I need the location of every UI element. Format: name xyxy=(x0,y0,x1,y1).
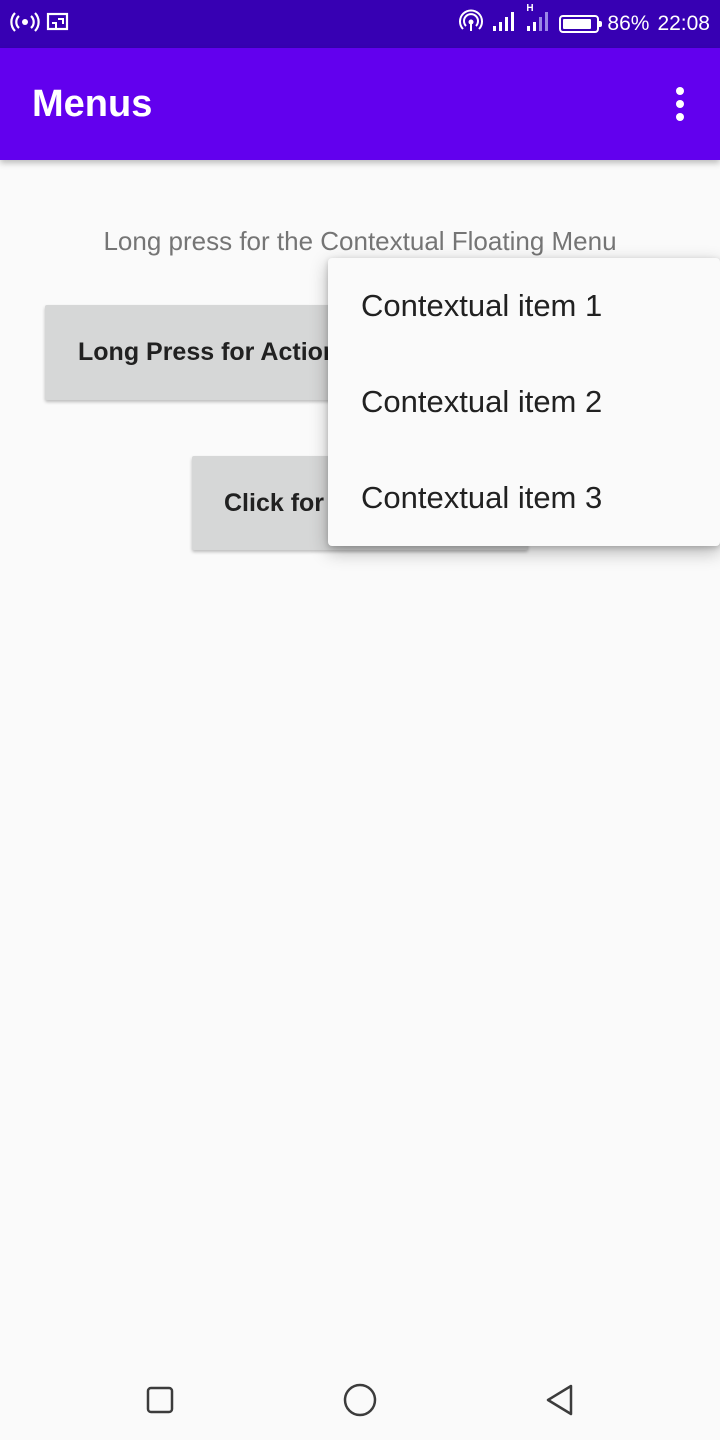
navigation-bar xyxy=(0,1360,720,1440)
hotspot-icon xyxy=(459,9,484,39)
app-bar: Menus xyxy=(0,48,720,160)
context-menu: Contextual item 1 Contextual item 2 Cont… xyxy=(328,258,720,546)
context-menu-item-2[interactable]: Contextual item 2 xyxy=(328,354,720,450)
battery-percent: 86% xyxy=(607,12,650,35)
cast-icon xyxy=(46,11,70,38)
context-menu-item-3[interactable]: Contextual item 3 xyxy=(328,450,720,546)
more-vert-icon[interactable] xyxy=(662,86,698,122)
signal-icon-2: H xyxy=(525,3,551,39)
network-type-label: H xyxy=(526,3,534,14)
hint-text[interactable]: Long press for the Contextual Floating M… xyxy=(0,226,720,257)
battery-level xyxy=(563,19,591,29)
signal-icon xyxy=(491,9,517,39)
clock: 22:08 xyxy=(657,12,710,35)
context-menu-item-1[interactable]: Contextual item 1 xyxy=(328,258,720,354)
status-bar: H 86% 22:08 xyxy=(0,0,720,48)
dot xyxy=(676,113,684,121)
page-title: Menus xyxy=(32,83,153,125)
home-icon[interactable] xyxy=(340,1380,380,1420)
dot xyxy=(676,100,684,108)
battery-icon xyxy=(559,15,603,33)
dot xyxy=(676,87,684,95)
back-icon[interactable] xyxy=(540,1380,580,1420)
recents-icon[interactable] xyxy=(140,1380,180,1420)
broadcast-icon xyxy=(10,10,40,39)
